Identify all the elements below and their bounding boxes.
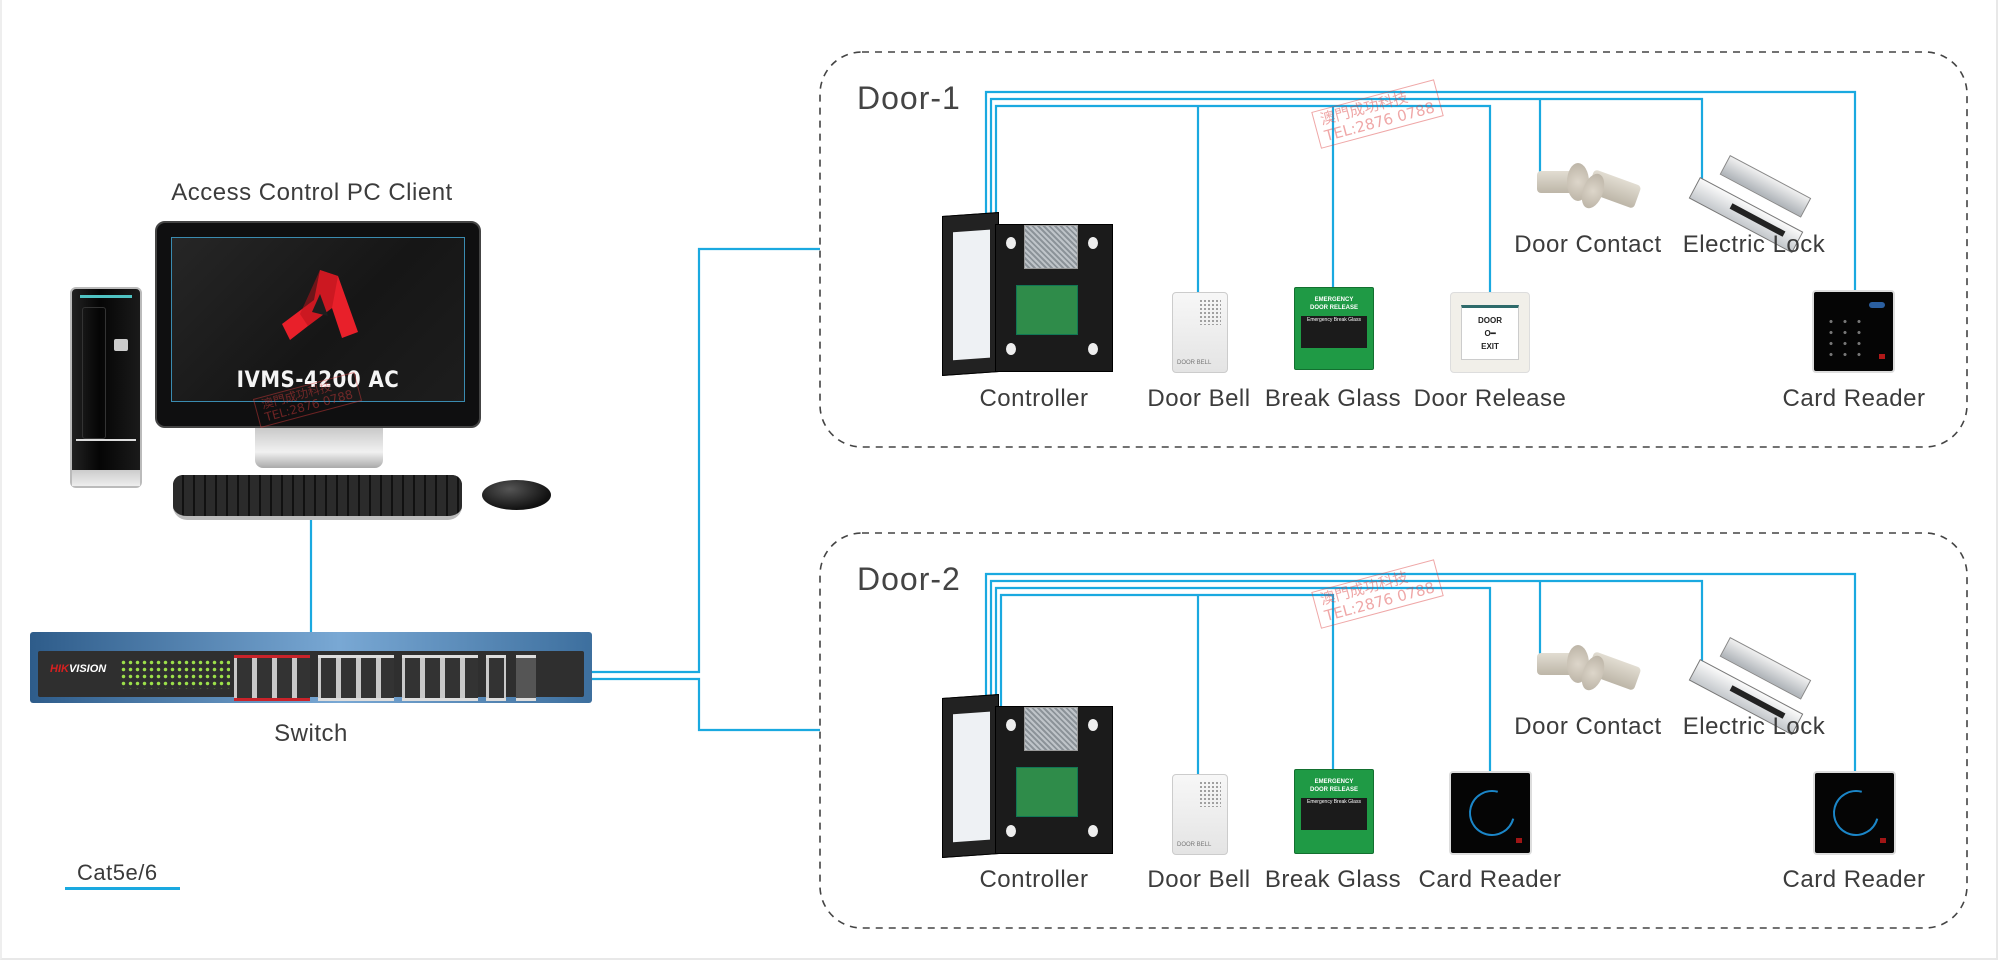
door-2-door-contact-label: Door Contact <box>1514 713 1662 740</box>
legend-line <box>65 887 180 890</box>
switch-to-door-2 <box>592 677 820 732</box>
door-1-electric-lock-icon <box>1688 155 1815 254</box>
door-1-card-reader-label: Card Reader <box>1782 385 1926 412</box>
ivms-logo-icon <box>282 270 358 340</box>
door-1-door-bell-label: Door Bell <box>1147 385 1251 412</box>
door-2-title: Door-2 <box>857 561 961 597</box>
door-1-door-bell-icon: DOOR BELL <box>1172 292 1228 373</box>
door-1-door-contact-icon <box>1537 163 1642 215</box>
door-2-card-reader-1-label: Card Reader <box>1418 866 1562 893</box>
door-1-controller-cabinet <box>995 224 1113 372</box>
mouse-icon <box>482 480 551 510</box>
door-1-electric-lock-label: Electric Lock <box>1682 231 1826 258</box>
door-1-title: Door-1 <box>857 80 961 116</box>
door-1-break-glass-icon: EMERGENCY DOOR RELEASE Emergency Break Gl… <box>1294 287 1374 370</box>
pc-client-label: Access Control PC Client <box>171 179 453 206</box>
door-2-door-bell-label: Door Bell <box>1147 866 1251 893</box>
door-1-break-glass-label: Break Glass <box>1264 385 1402 412</box>
door-2-card-reader-2-label: Card Reader <box>1782 866 1926 893</box>
switch-to-door-1 <box>592 247 820 674</box>
legend-label: Cat5e/6 <box>77 860 158 885</box>
door-2-electric-lock-label: Electric Lock <box>1682 713 1826 740</box>
door-1-controller-icon <box>942 212 999 376</box>
door-1-controller-label: Controller <box>979 385 1089 412</box>
door-2-break-glass-icon: EMERGENCY DOOR RELEASE Emergency Break Gl… <box>1294 769 1374 854</box>
door-2-electric-lock-icon <box>1688 637 1815 736</box>
door-2-card-reader-2-icon <box>1813 771 1896 855</box>
network-switch-icon: HIKVISION <box>30 632 592 703</box>
door-1-door-release-icon: DOOR O━ EXIT <box>1450 292 1530 373</box>
door-2-controller-cabinet <box>995 706 1113 854</box>
door-2-door-bell-icon: DOOR BELL <box>1172 774 1228 855</box>
door-1-door-release-label: Door Release <box>1413 385 1567 412</box>
door-1-door-contact-label: Door Contact <box>1514 231 1662 258</box>
door-2-controller-label: Controller <box>979 866 1089 893</box>
door-2-break-glass-label: Break Glass <box>1264 866 1402 893</box>
keyboard-icon <box>173 475 462 520</box>
monitor-stand-icon <box>255 428 383 468</box>
door-2-door-contact-icon <box>1537 645 1642 697</box>
door-2-controller-icon <box>942 694 999 858</box>
door-1-card-reader-icon <box>1812 290 1895 373</box>
door-2-card-reader-1-icon <box>1449 771 1532 855</box>
switch-brand: HIKVISION <box>50 663 107 675</box>
pc-tower-icon <box>70 287 142 488</box>
switch-label: Switch <box>274 720 348 747</box>
